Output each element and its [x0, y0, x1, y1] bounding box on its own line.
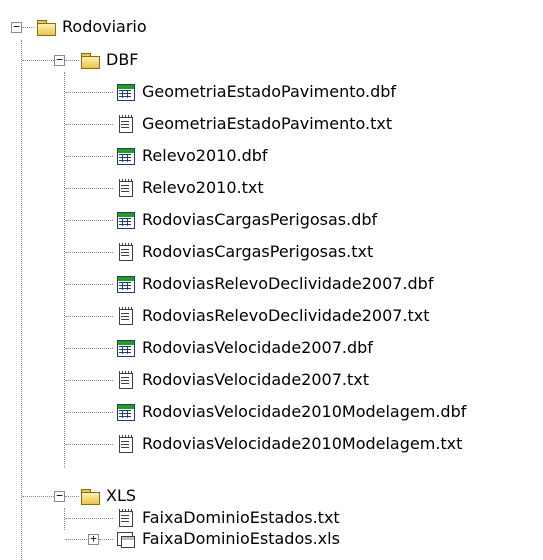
node-label: RodoviasRelevoDeclividade2007.dbf — [142, 274, 434, 293]
tree-file-rodoviasrelevodeclividade2007-txt[interactable]: RodoviasRelevoDeclividade2007.txt — [116, 304, 432, 328]
collapse-xls-toggle[interactable]: − — [54, 490, 65, 502]
node-label: Rodoviario — [62, 17, 147, 36]
tree-branch — [65, 444, 113, 445]
node-label: RodoviasVelocidade2007.txt — [142, 370, 369, 389]
expand-faixadominioestados-xls-toggle[interactable]: + — [88, 533, 99, 545]
node-label: GeometriaEstadoPavimento.dbf — [142, 82, 397, 101]
tree-branch — [65, 124, 113, 125]
tree-file-rodoviascargasperigosas-txt[interactable]: RodoviasCargasPerigosas.txt — [116, 240, 375, 264]
tree-file-geometriaestadopavimento-txt[interactable]: GeometriaEstadoPavimento.txt — [116, 112, 394, 136]
tree-branch — [65, 316, 113, 317]
tree-file-geometriaestadopavimento-dbf[interactable]: GeometriaEstadoPavimento.dbf — [116, 80, 398, 104]
tree-branch — [65, 156, 113, 157]
tree-branch — [22, 496, 54, 497]
tree-file-rodoviasvelocidade2010modelagem-txt[interactable]: RodoviasVelocidade2010Modelagem.txt — [116, 432, 464, 456]
tree-branch — [65, 188, 113, 189]
tree-branch — [65, 60, 79, 61]
tree-file-rodoviascargasperigosas-dbf[interactable]: RodoviasCargasPerigosas.dbf — [116, 208, 379, 232]
tree-branch — [65, 348, 113, 349]
node-label: RodoviasRelevoDeclividade2007.txt — [142, 306, 430, 325]
tree-node-rodoviario[interactable]: Rodoviario — [36, 15, 149, 39]
xls-sheet-icon — [116, 530, 136, 548]
tree-file-relevo2010-dbf[interactable]: Relevo2010.dbf — [116, 144, 270, 168]
txt-notepad-icon — [116, 371, 136, 389]
txt-notepad-icon — [116, 307, 136, 325]
tree-file-rodoviasvelocidade2007-dbf[interactable]: RodoviasVelocidade2007.dbf — [116, 336, 375, 360]
node-label: RodoviasCargasPerigosas.txt — [142, 242, 374, 261]
tree-branch — [99, 539, 113, 540]
node-label: DBF — [106, 50, 139, 69]
tree-line-root — [21, 40, 22, 560]
tree-branch — [65, 252, 113, 253]
file-tree: − Rodoviario − DBF GeometriaEstadoPavime… — [0, 0, 543, 560]
node-label: Relevo2010.dbf — [142, 146, 268, 165]
dbf-table-icon — [116, 339, 136, 357]
node-label: RodoviasVelocidade2010Modelagem.txt — [142, 434, 463, 453]
dbf-table-icon — [116, 147, 136, 165]
txt-notepad-icon — [116, 179, 136, 197]
tree-branch — [65, 380, 113, 381]
txt-notepad-icon — [116, 509, 136, 527]
tree-file-rodoviasrelevodeclividade2007-dbf[interactable]: RodoviasRelevoDeclividade2007.dbf — [116, 272, 435, 296]
tree-file-faixadominioestados-xls[interactable]: FaixaDominioEstados.xls — [116, 527, 342, 551]
tree-file-rodoviasvelocidade2010modelagem-dbf[interactable]: RodoviasVelocidade2010Modelagem.dbf — [116, 400, 468, 424]
tree-file-relevo2010-txt[interactable]: Relevo2010.txt — [116, 176, 266, 200]
tree-branch — [65, 496, 79, 497]
tree-node-dbf[interactable]: DBF — [80, 48, 141, 72]
tree-branch — [65, 284, 113, 285]
node-label: RodoviasCargasPerigosas.dbf — [142, 210, 378, 229]
dbf-table-icon — [116, 211, 136, 229]
collapse-rodoviario-toggle[interactable]: − — [11, 21, 22, 33]
dbf-table-icon — [116, 275, 136, 293]
tree-branch — [22, 60, 54, 61]
folder-icon — [80, 51, 100, 69]
tree-branch — [65, 92, 113, 93]
node-label: FaixaDominioEstados.xls — [142, 529, 340, 548]
tree-node-xls[interactable]: XLS — [80, 484, 138, 508]
tree-branch — [65, 220, 113, 221]
dbf-table-icon — [116, 403, 136, 421]
tree-line-dbf — [64, 72, 65, 468]
tree-branch — [65, 539, 87, 540]
tree-branch — [65, 518, 113, 519]
folder-icon — [80, 487, 100, 505]
node-label: GeometriaEstadoPavimento.txt — [142, 114, 393, 133]
node-label: RodoviasVelocidade2007.dbf — [142, 338, 373, 357]
collapse-dbf-toggle[interactable]: − — [54, 54, 65, 66]
txt-notepad-icon — [116, 435, 136, 453]
tree-line-xls — [64, 508, 65, 530]
node-label: RodoviasVelocidade2010Modelagem.dbf — [142, 402, 467, 421]
txt-notepad-icon — [116, 115, 136, 133]
dbf-table-icon — [116, 83, 136, 101]
tree-branch — [22, 27, 34, 28]
tree-file-rodoviasvelocidade2007-txt[interactable]: RodoviasVelocidade2007.txt — [116, 368, 371, 392]
node-label: XLS — [106, 486, 137, 505]
folder-icon — [36, 18, 56, 36]
txt-notepad-icon — [116, 243, 136, 261]
tree-branch — [65, 412, 113, 413]
node-label: Relevo2010.txt — [142, 178, 264, 197]
